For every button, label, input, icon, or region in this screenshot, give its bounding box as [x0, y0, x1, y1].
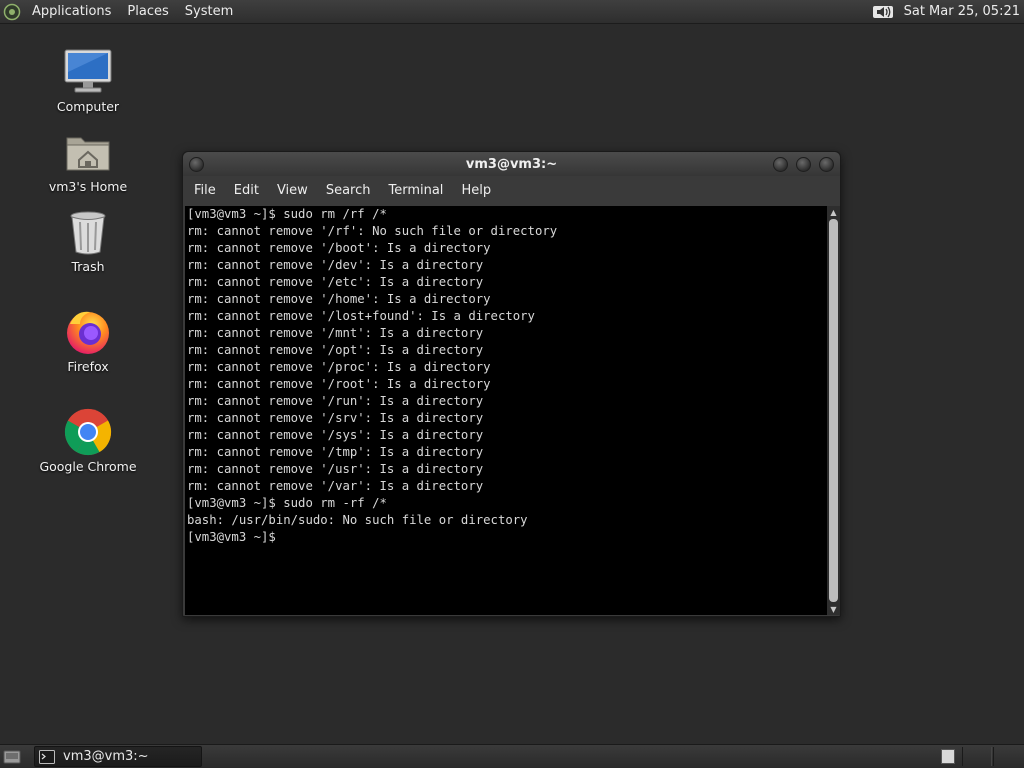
- scrollbar-thumb[interactable]: [829, 219, 838, 602]
- desktop-icon-chrome[interactable]: Google Chrome: [33, 406, 143, 474]
- terminal-line: rm: cannot remove '/run': Is a directory: [187, 394, 484, 408]
- terminal-line: rm: cannot remove '/usr': Is a directory: [187, 462, 484, 476]
- home-folder-icon: [62, 126, 114, 178]
- terminal-window[interactable]: vm3@vm3:~ File Edit View Search Terminal…: [182, 151, 841, 617]
- menu-view[interactable]: View: [268, 176, 317, 205]
- terminal-line: [vm3@vm3 ~]$ sudo rm -rf /*: [187, 496, 387, 510]
- terminal-line: rm: cannot remove '/rf': No such file or…: [187, 224, 558, 238]
- scroll-up-arrow-icon[interactable]: ▲: [827, 206, 840, 218]
- menu-system[interactable]: System: [177, 0, 241, 24]
- terminal-line: rm: cannot remove '/dev': Is a directory: [187, 258, 484, 272]
- terminal-titlebar[interactable]: vm3@vm3:~: [183, 152, 840, 176]
- terminal-scrollbar[interactable]: ▲ ▼: [827, 206, 840, 615]
- desktop-icon-home[interactable]: vm3's Home: [33, 126, 143, 194]
- menu-edit[interactable]: Edit: [225, 176, 268, 205]
- desktop-icon-computer[interactable]: Computer: [33, 46, 143, 114]
- terminal-line: rm: cannot remove '/lost+found': Is a di…: [187, 309, 535, 323]
- terminal-menubar: File Edit View Search Terminal Help: [183, 176, 840, 205]
- window-menu-button[interactable]: [189, 157, 204, 172]
- terminal-line: rm: cannot remove '/srv': Is a directory: [187, 411, 484, 425]
- workspace-switcher-1[interactable]: [941, 749, 955, 764]
- desktop-icon-firefox[interactable]: Firefox: [33, 306, 143, 374]
- desktop-icon-label: Computer: [56, 99, 120, 114]
- show-desktop-icon[interactable]: [2, 748, 22, 766]
- terminal-line: rm: cannot remove '/etc': Is a directory: [187, 275, 484, 289]
- terminal-line: rm: cannot remove '/home': Is a director…: [187, 292, 491, 306]
- top-panel: Applications Places System Sat Mar 25, 0…: [0, 0, 1024, 24]
- terminal-line: [vm3@vm3 ~]$ sudo rm /rf /*: [187, 207, 387, 221]
- menu-terminal[interactable]: Terminal: [379, 176, 452, 205]
- terminal-line: rm: cannot remove '/opt': Is a directory: [187, 343, 484, 357]
- bottom-panel: vm3@vm3:~: [0, 744, 1024, 768]
- menu-places[interactable]: Places: [119, 0, 176, 24]
- terminal-line: rm: cannot remove '/tmp': Is a directory: [187, 445, 484, 459]
- terminal-prompt[interactable]: [vm3@vm3 ~]$: [187, 529, 825, 546]
- taskbar-window-label: vm3@vm3:~: [63, 749, 149, 764]
- terminal-line: bash: /usr/bin/sudo: No such file or dir…: [187, 513, 528, 527]
- trash-icon: [62, 206, 114, 258]
- workspace-switcher-3[interactable]: [993, 747, 1023, 766]
- desktop-icon-label: Firefox: [67, 359, 109, 374]
- workspace-switcher-2[interactable]: [962, 747, 992, 766]
- firefox-icon: [62, 306, 114, 358]
- volume-icon[interactable]: [870, 0, 896, 24]
- desktop-icon-label: Trash: [71, 259, 105, 274]
- terminal-line: rm: cannot remove '/proc': Is a director…: [187, 360, 491, 374]
- computer-icon: [62, 46, 114, 98]
- menu-help[interactable]: Help: [452, 176, 500, 205]
- terminal-line: rm: cannot remove '/root': Is a director…: [187, 377, 491, 391]
- terminal-output[interactable]: [vm3@vm3 ~]$ sudo rm /rf /* rm: cannot r…: [185, 206, 827, 615]
- terminal-line: rm: cannot remove '/mnt': Is a directory: [187, 326, 484, 340]
- terminal-line: rm: cannot remove '/boot': Is a director…: [187, 241, 491, 255]
- minimize-button[interactable]: [773, 157, 788, 172]
- desktop-icon-trash[interactable]: Trash: [33, 206, 143, 274]
- window-title: vm3@vm3:~: [465, 156, 558, 172]
- menu-applications[interactable]: Applications: [24, 0, 119, 24]
- distro-logo-icon[interactable]: [0, 0, 24, 24]
- terminal-line: rm: cannot remove '/sys': Is a directory: [187, 428, 484, 442]
- menu-file[interactable]: File: [185, 176, 225, 205]
- terminal-icon: [39, 749, 55, 764]
- taskbar-window-button[interactable]: vm3@vm3:~: [34, 746, 202, 767]
- desktop-icon-label: Google Chrome: [39, 459, 137, 474]
- menu-search[interactable]: Search: [317, 176, 380, 205]
- chrome-icon: [62, 406, 114, 458]
- maximize-button[interactable]: [796, 157, 811, 172]
- desktop-icon-label: vm3's Home: [48, 179, 128, 194]
- terminal-line: rm: cannot remove '/var': Is a directory: [187, 479, 484, 493]
- close-button[interactable]: [819, 157, 834, 172]
- clock[interactable]: Sat Mar 25, 05:21: [896, 4, 1024, 19]
- scroll-down-arrow-icon[interactable]: ▼: [827, 603, 840, 615]
